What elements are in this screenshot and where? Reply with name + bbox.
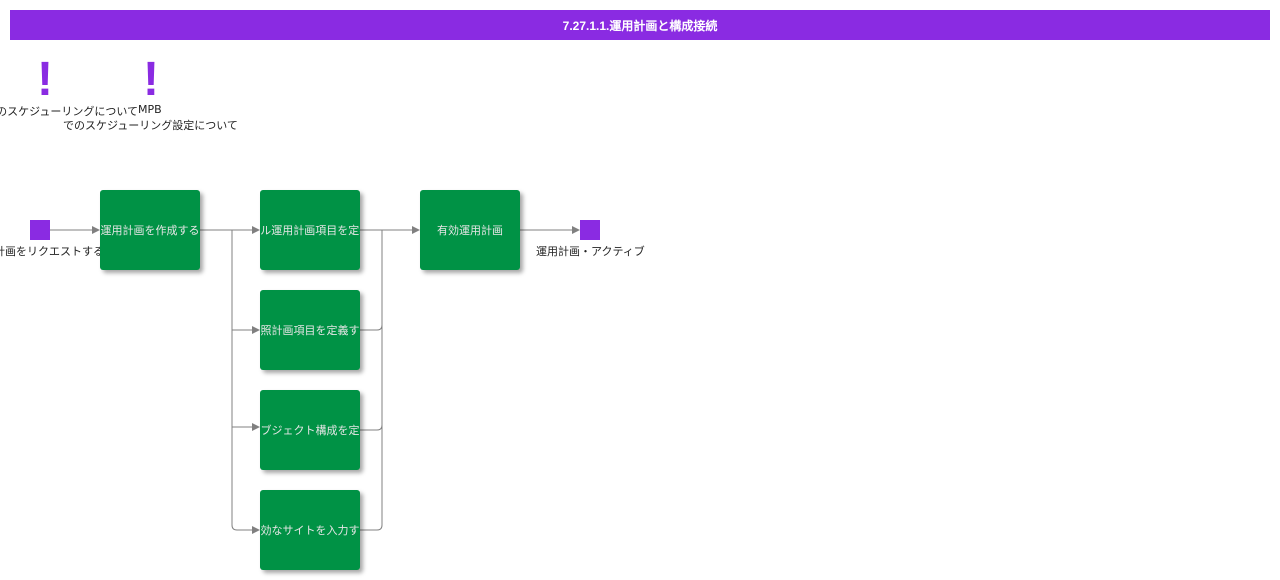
- task-define-reference-items[interactable]: 参照計画項目を定義する: [260, 290, 360, 370]
- end-event[interactable]: [580, 220, 600, 240]
- task-effective-plan[interactable]: 有効運用計画: [420, 190, 520, 270]
- task-effective-plan-label: 有効運用計画: [437, 224, 503, 237]
- start-event[interactable]: [30, 220, 50, 240]
- task-define-object-config[interactable]: 運用オブジェクト構成を定義する: [260, 390, 360, 470]
- task-create-plan[interactable]: 運用計画を作成する: [100, 190, 200, 270]
- task-define-cycle-items-label: サイクル運用計画項目を定義する: [260, 224, 360, 237]
- start-event-label: 運用計画をリクエストする: [0, 245, 104, 258]
- task-enter-valid-sites-label: 有効なサイトを入力する: [260, 524, 360, 537]
- flow-edges: [50, 226, 580, 534]
- task-enter-valid-sites[interactable]: 有効なサイトを入力する: [260, 490, 360, 570]
- task-define-object-config-label: 運用オブジェクト構成を定義する: [260, 424, 360, 437]
- task-create-plan-label: 運用計画を作成する: [100, 224, 200, 237]
- task-define-cycle-items[interactable]: サイクル運用計画項目を定義する: [260, 190, 360, 270]
- task-define-reference-items-label: 参照計画項目を定義する: [260, 324, 360, 337]
- edge-site-merge: [360, 524, 383, 531]
- edge-reference-merge: [360, 324, 383, 331]
- end-event-label: 運用計画・アクティブ: [536, 245, 645, 258]
- edge-split-vertical: [231, 230, 238, 531]
- edge-object-merge: [360, 424, 383, 431]
